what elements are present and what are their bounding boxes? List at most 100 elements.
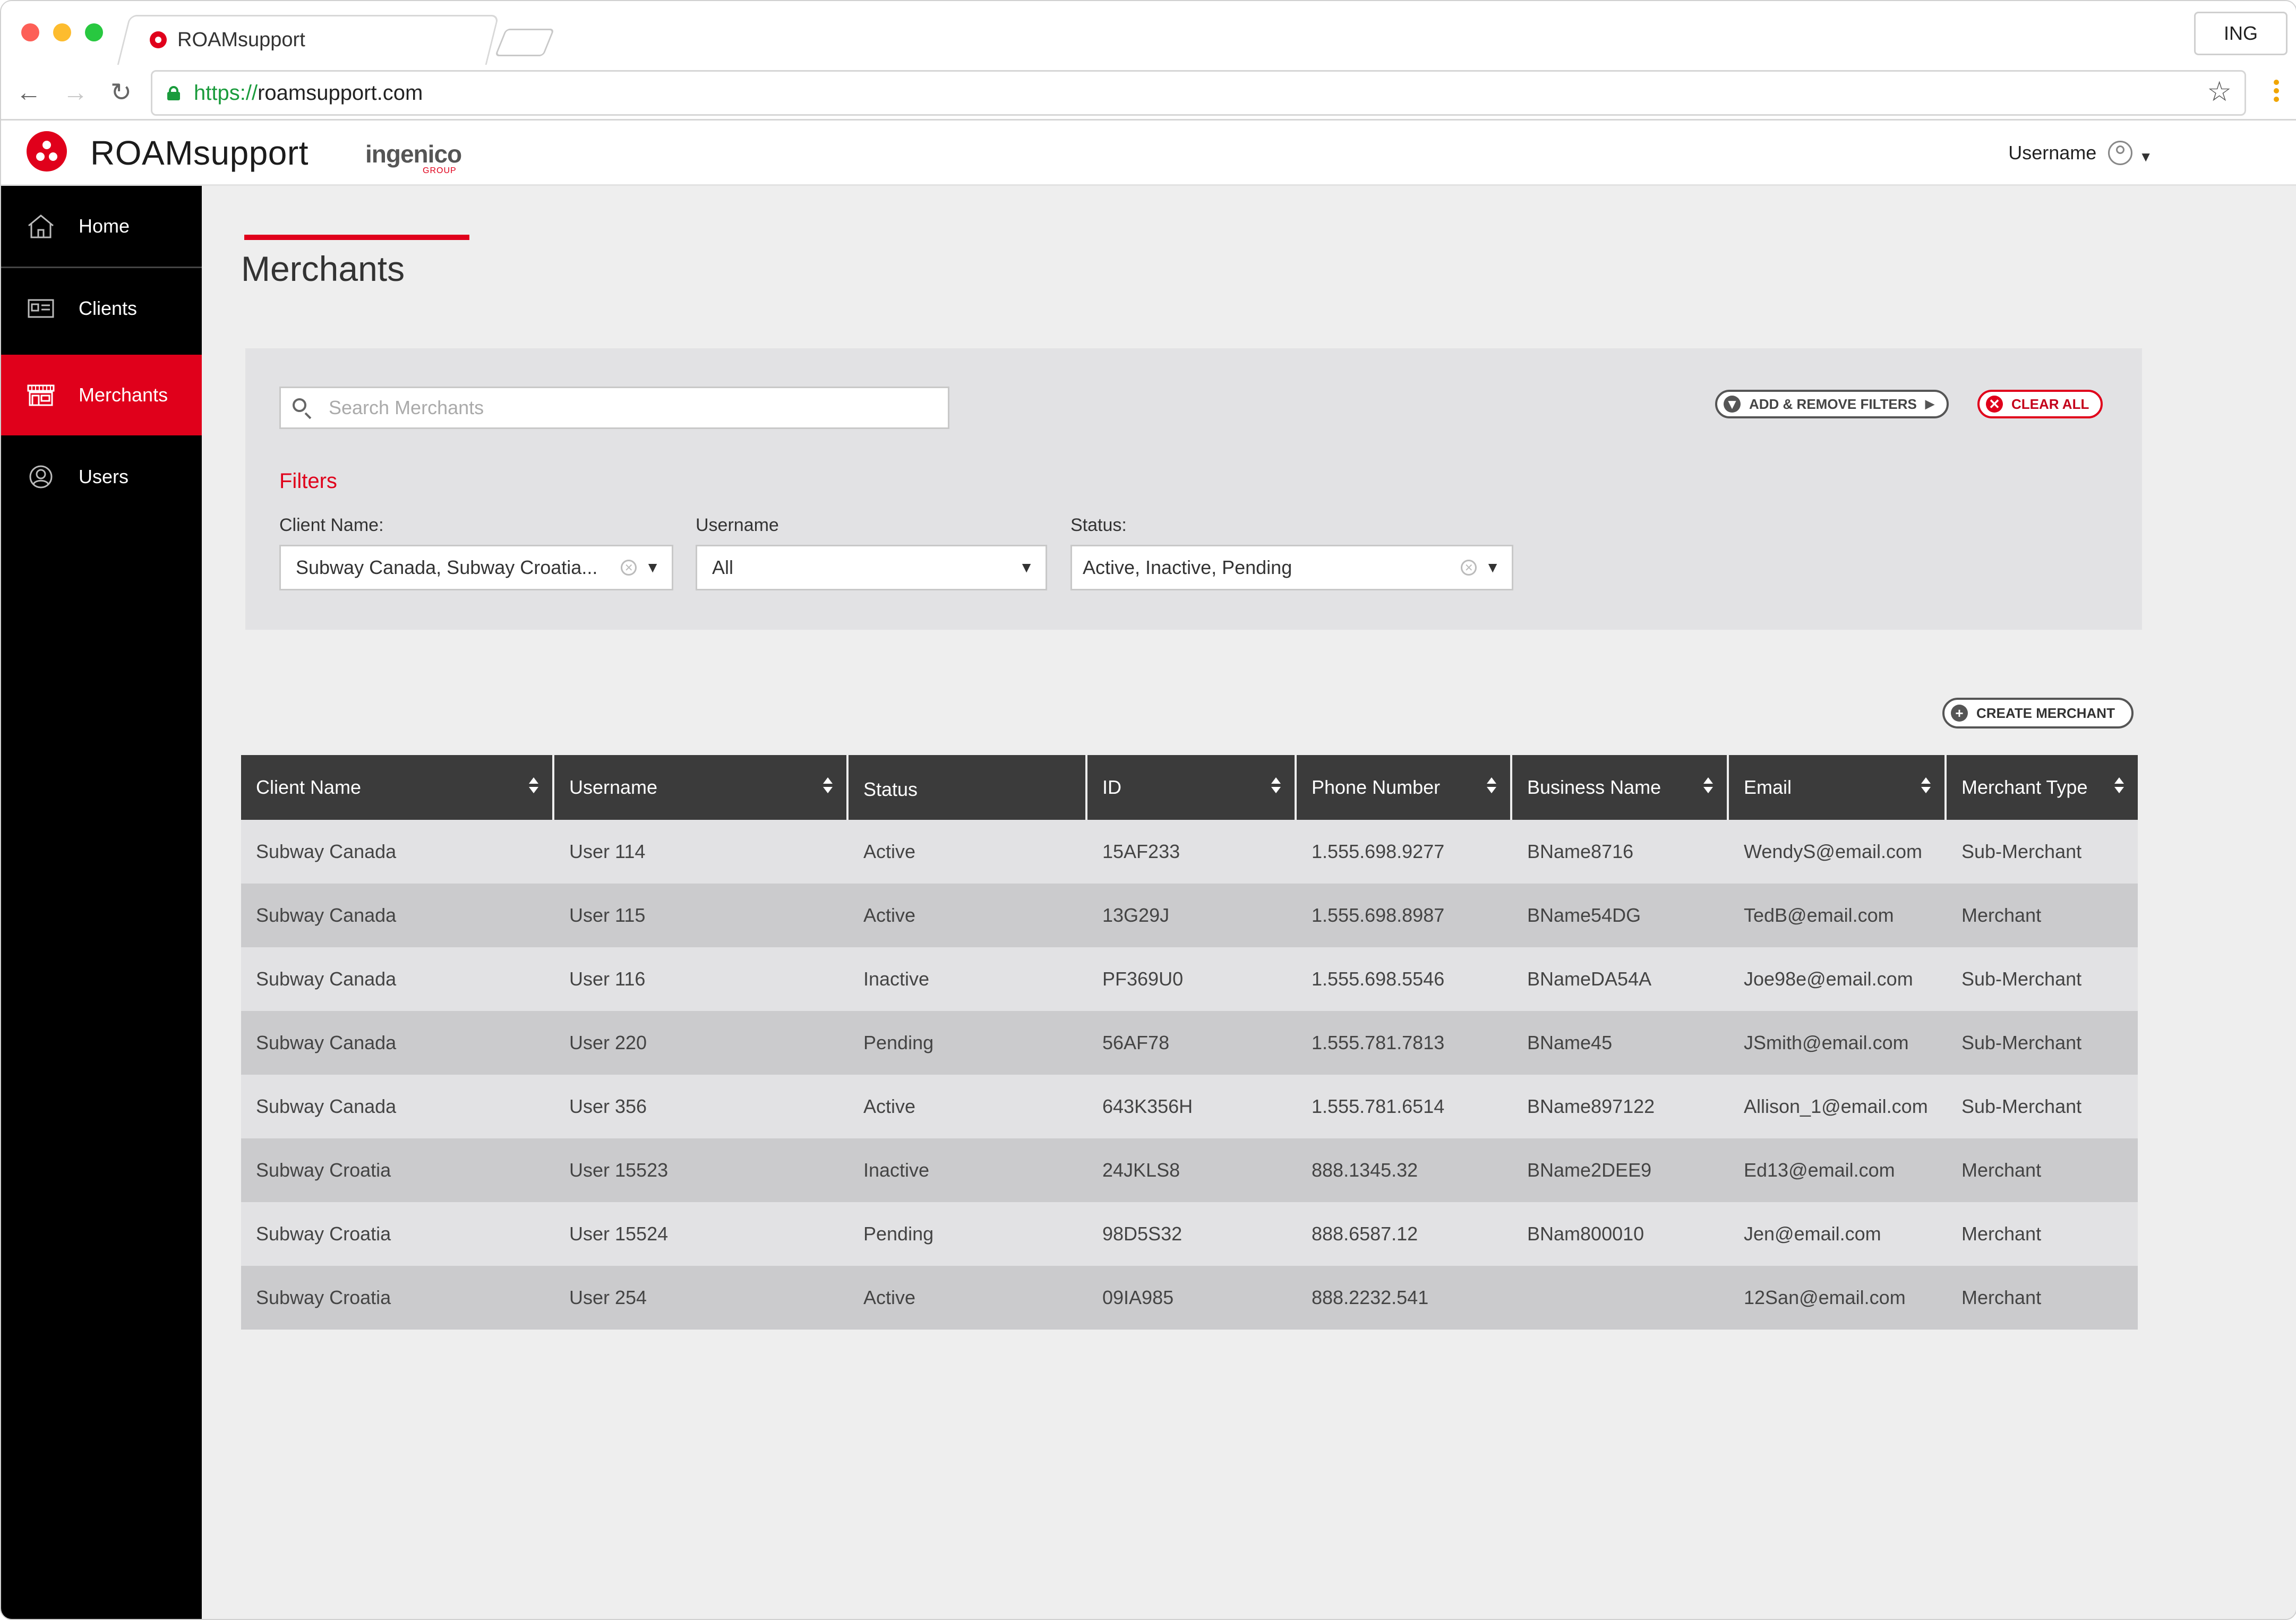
cell-status: Inactive [863, 1159, 930, 1181]
plus-icon: + [1951, 705, 1968, 722]
cell-merchant-type: Merchant [1961, 1287, 2042, 1308]
clear-selection-icon[interactable]: ✕ [621, 560, 637, 576]
sidebar-item-users[interactable]: Users [1, 436, 202, 517]
table-row[interactable]: Subway Canada User 356 Active 643K356H 1.555… [241, 1075, 2138, 1138]
cell-phone-number: 1.555.781.6514 [1312, 1095, 1445, 1117]
cell-id: PF369U0 [1102, 968, 1184, 990]
user-menu[interactable]: Username ▼ [2008, 141, 2153, 165]
column-header-merchant-type[interactable]: Merchant Type [1947, 755, 2138, 820]
clear-selection-icon[interactable]: ✕ [1461, 560, 1477, 576]
cell-business-name: BName2DEE9 [1527, 1159, 1652, 1181]
merchants-table: Client Name Username Status ID Phone Num… [241, 755, 2138, 1330]
reload-icon[interactable]: ↻ [105, 76, 137, 108]
table-row[interactable]: Subway Canada User 115 Active 13G29J 1.555.6… [241, 884, 2138, 947]
cell-merchant-type: Sub-Merchant [1961, 1032, 2082, 1053]
cell-username: User 15524 [569, 1223, 669, 1245]
title-accent-bar [244, 235, 469, 240]
column-header-label: Username [569, 776, 658, 798]
column-header-email[interactable]: Email [1729, 755, 1947, 820]
cell-merchant-type: Merchant [1961, 1223, 2042, 1245]
column-header-status[interactable]: Status [849, 755, 1087, 820]
cell-merchant-type: Merchant [1961, 904, 2042, 926]
column-header-username[interactable]: Username [554, 755, 849, 820]
cell-phone-number: 888.1345.32 [1312, 1159, 1418, 1181]
cell-username: User 114 [569, 841, 646, 862]
bookmark-star-icon[interactable]: ☆ [2207, 76, 2232, 108]
browser-menu-icon[interactable] [2274, 76, 2280, 105]
user-icon [25, 464, 56, 490]
cell-status: Pending [863, 1032, 934, 1053]
minimize-window-button[interactable] [53, 23, 71, 41]
table-row[interactable]: Subway Croatia User 15524 Pending 98D5S32 88… [241, 1202, 2138, 1266]
url-host: roamsupport.com [258, 81, 423, 105]
table-row[interactable]: Subway Canada User 220 Pending 56AF78 1.555.… [241, 1011, 2138, 1075]
clear-all-label: CLEAR ALL [2011, 396, 2089, 412]
add-remove-filters-button[interactable]: ▼ ADD & REMOVE FILTERS ▶ [1715, 390, 1949, 418]
ingenico-logo-sub: GROUP [423, 166, 457, 175]
close-window-button[interactable] [21, 23, 39, 41]
filter-funnel-icon: ▼ [1724, 396, 1741, 413]
column-header-label: Phone Number [1312, 776, 1441, 798]
url-protocol: https:// [194, 81, 258, 105]
sidebar-item-clients[interactable]: Clients [1, 268, 202, 349]
table-row[interactable]: Subway Croatia User 15523 Inactive 24JKLS8 8… [241, 1138, 2138, 1202]
cell-id: 56AF78 [1102, 1032, 1170, 1053]
client-name-filter-label: Client Name: [279, 515, 384, 535]
cell-id: 13G29J [1102, 904, 1170, 926]
table-header: Client Name Username Status ID Phone Num… [241, 755, 2138, 820]
create-merchant-button[interactable]: + CREATE MERCHANT [1942, 698, 2134, 728]
url-field[interactable]: https:// roamsupport.com ☆ [151, 70, 2246, 116]
cell-email: TedB@email.com [1744, 904, 1894, 926]
sidebar-item-home[interactable]: Home [1, 186, 202, 268]
sidebar-item-label: Clients [79, 297, 138, 319]
cell-username: User 115 [569, 904, 646, 926]
column-header-id[interactable]: ID [1087, 755, 1297, 820]
browser-tab-content[interactable]: ROAMsupport [150, 15, 305, 65]
column-header-phone-number[interactable]: Phone Number [1297, 755, 1512, 820]
client-name-select-value: Subway Canada, Subway Croatia... [296, 556, 598, 578]
column-header-client-name[interactable]: Client Name [241, 755, 554, 820]
status-select[interactable]: Active, Inactive, Pending ✕ ▼ [1070, 545, 1513, 590]
new-tab-button[interactable] [494, 29, 555, 56]
profile-button[interactable]: ING [2194, 12, 2288, 55]
cell-email: JSmith@email.com [1744, 1032, 1909, 1053]
cell-client-name: Subway Canada [256, 841, 397, 862]
table-row[interactable]: Subway Canada User 114 Active 15AF233 1.555.… [241, 820, 2138, 884]
cell-username: User 15523 [569, 1159, 669, 1181]
username-select[interactable]: All ▼ [696, 545, 1047, 590]
column-header-label: Email [1744, 776, 1792, 798]
cell-email: WendyS@email.com [1744, 841, 1922, 862]
sidebar-item-label: Home [79, 215, 130, 237]
cell-email: Joe98e@email.com [1744, 968, 1913, 990]
id-card-icon [25, 295, 56, 322]
play-arrow-icon: ▶ [1925, 397, 1934, 410]
username-label: Username [2008, 142, 2097, 164]
cell-client-name: Subway Croatia [256, 1287, 391, 1308]
create-merchant-label: CREATE MERCHANT [1976, 705, 2115, 721]
filter-panel: ▼ ADD & REMOVE FILTERS ▶ ✕ CLEAR ALL Fil… [245, 348, 2142, 630]
dropdown-arrow-icon: ▼ [645, 559, 660, 576]
cell-phone-number: 1.555.698.5546 [1312, 968, 1445, 990]
sidebar-item-merchants[interactable]: Merchants [1, 355, 202, 435]
column-header-business-name[interactable]: Business Name [1512, 755, 1729, 820]
cell-client-name: Subway Canada [256, 968, 397, 990]
back-arrow-icon[interactable]: ← [13, 76, 45, 108]
table-row[interactable]: Subway Canada User 116 Inactive PF369U0 1.55… [241, 947, 2138, 1011]
cell-phone-number: 888.6587.12 [1312, 1223, 1418, 1245]
client-name-select[interactable]: Subway Canada, Subway Croatia... ✕ ▼ [279, 545, 673, 590]
search-box[interactable] [279, 387, 949, 429]
maximize-window-button[interactable] [85, 23, 103, 41]
cell-status: Active [863, 1095, 916, 1117]
cell-phone-number: 1.555.698.8987 [1312, 904, 1445, 926]
search-input[interactable] [328, 396, 914, 419]
cell-status: Active [863, 904, 916, 926]
browser-window: ROAMsupport ING ← → ↻ https:// roamsuppo… [0, 0, 2296, 1620]
forward-arrow-icon[interactable]: → [59, 76, 91, 108]
main-content: Merchants ▼ ADD & REMOVE FILTERS ▶ ✕ CLE… [202, 186, 2296, 1619]
add-remove-filters-label: ADD & REMOVE FILTERS [1749, 396, 1917, 412]
cell-client-name: Subway Croatia [256, 1159, 391, 1181]
table-row[interactable]: Subway Croatia User 254 Active 09IA985 888.2… [241, 1266, 2138, 1330]
cell-phone-number: 1.555.781.7813 [1312, 1032, 1445, 1053]
clear-all-button[interactable]: ✕ CLEAR ALL [1977, 390, 2103, 418]
status-filter-label: Status: [1070, 515, 1127, 535]
